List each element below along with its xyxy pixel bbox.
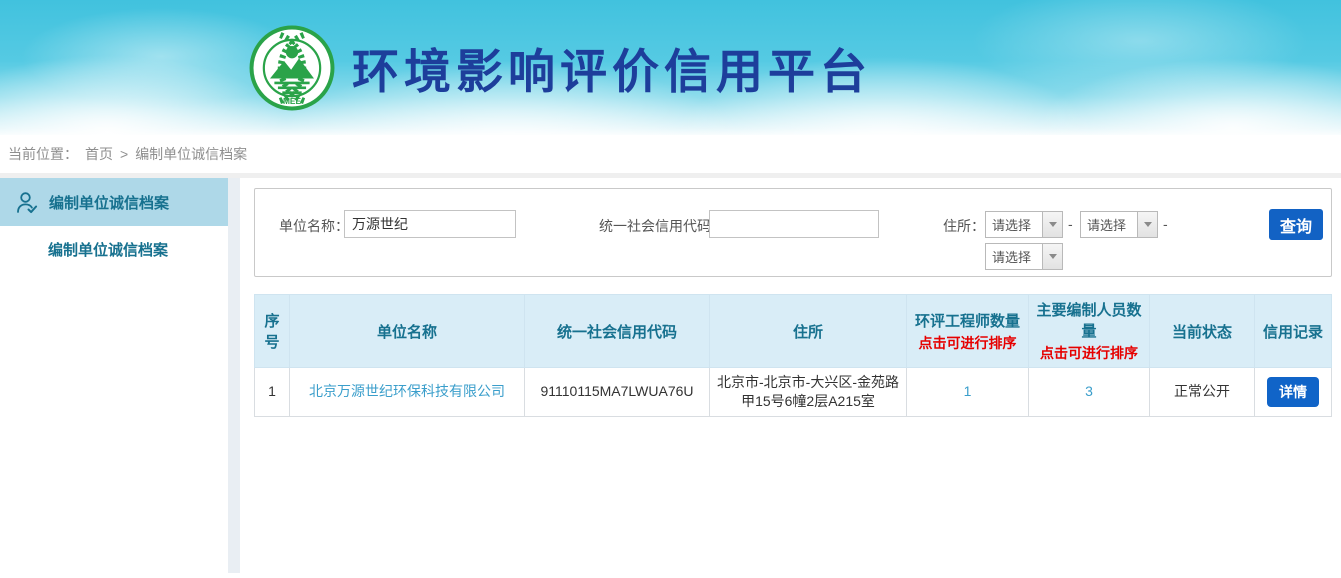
- mee-logo-icon: MEE: [248, 24, 336, 112]
- query-button[interactable]: 查询: [1269, 209, 1323, 240]
- breadcrumb-home-link[interactable]: 首页: [85, 144, 113, 164]
- main-panel: 单位名称： 统一社会信用代码： 住所： 请选择 - 请选择 - 请选择 查询: [240, 178, 1341, 573]
- breadcrumb-current: 编制单位诚信档案: [135, 144, 247, 164]
- table-row: 1 北京万源世纪环保科技有限公司 91110115MA7LWUA76U 北京市-…: [255, 368, 1332, 417]
- page-title: 环境影响评价信用平台: [352, 33, 872, 102]
- result-table: 序号 单位名称 统一社会信用代码 住所 环评工程师数量 点击可进行排序 主要编制…: [254, 294, 1332, 417]
- sidebar-item-credit-archive[interactable]: 编制单位诚信档案: [0, 178, 228, 226]
- staff-count-link[interactable]: 3: [1085, 383, 1093, 399]
- search-panel: 单位名称： 统一社会信用代码： 住所： 请选择 - 请选择 - 请选择 查询: [254, 188, 1332, 277]
- cell-address: 北京市-北京市-大兴区-金苑路甲15号6幢2层A215室: [710, 368, 907, 417]
- credit-code-label: 统一社会信用代码：: [585, 216, 725, 236]
- cell-credit-code: 91110115MA7LWUA76U: [525, 368, 710, 417]
- header-index: 序号: [255, 295, 290, 368]
- chevron-down-icon[interactable]: [1042, 244, 1062, 269]
- address-dash: -: [1068, 216, 1073, 232]
- cell-status: 正常公开: [1150, 368, 1255, 417]
- company-name-link[interactable]: 北京万源世纪环保科技有限公司: [309, 383, 505, 399]
- header-staff-count-label: 主要编制人员数量: [1036, 302, 1141, 340]
- address-province-value: 请选择: [986, 212, 1042, 237]
- sort-hint[interactable]: 点击可进行排序: [910, 333, 1025, 353]
- address-province-select[interactable]: 请选择: [985, 211, 1063, 238]
- site-header: MEE 环境影响评价信用平台: [0, 0, 1341, 135]
- address-dash: -: [1163, 216, 1168, 232]
- breadcrumb-location-label: 当前位置：: [8, 144, 78, 164]
- cell-index: 1: [255, 368, 290, 417]
- header-credit-code: 统一社会信用代码: [525, 295, 710, 368]
- content-area: 编制单位诚信档案 编制单位诚信档案 单位名称： 统一社会信用代码： 住所： 请选…: [0, 178, 1341, 573]
- address-city-value: 请选择: [1081, 212, 1137, 237]
- address-city-select[interactable]: 请选择: [1080, 211, 1158, 238]
- chevron-down-icon[interactable]: [1137, 212, 1157, 237]
- header-company-name: 单位名称: [290, 295, 525, 368]
- mee-logo-text: MEE: [283, 96, 302, 106]
- header-address: 住所: [710, 295, 907, 368]
- engineer-count-link[interactable]: 1: [964, 383, 972, 399]
- header-staff-count-sort[interactable]: 主要编制人员数量 点击可进行排序: [1029, 295, 1150, 368]
- address-label: 住所：: [943, 216, 985, 236]
- user-check-icon: [16, 191, 38, 214]
- breadcrumb: 当前位置： 首页 > 编制单位诚信档案: [0, 135, 1341, 178]
- sidebar-divider: [228, 178, 240, 573]
- header-credit-record: 信用记录: [1255, 295, 1332, 368]
- address-district-select[interactable]: 请选择: [985, 243, 1063, 270]
- company-name-input[interactable]: [344, 210, 516, 238]
- header-engineer-count-sort[interactable]: 环评工程师数量 点击可进行排序: [907, 295, 1029, 368]
- header-engineer-count-label: 环评工程师数量: [915, 313, 1020, 330]
- address-district-value: 请选择: [986, 244, 1042, 269]
- sidebar-item-label: 编制单位诚信档案: [49, 192, 169, 213]
- chevron-down-icon[interactable]: [1042, 212, 1062, 237]
- sidebar: 编制单位诚信档案 编制单位诚信档案: [0, 178, 228, 573]
- header-status: 当前状态: [1150, 295, 1255, 368]
- detail-button[interactable]: 详情: [1267, 377, 1319, 407]
- company-name-label: 单位名称：: [273, 216, 349, 236]
- breadcrumb-separator: >: [120, 146, 128, 162]
- sidebar-subitem-label: 编制单位诚信档案: [48, 239, 168, 260]
- table-header-row: 序号 单位名称 统一社会信用代码 住所 环评工程师数量 点击可进行排序 主要编制…: [255, 295, 1332, 368]
- sort-hint[interactable]: 点击可进行排序: [1032, 343, 1146, 363]
- sidebar-subitem-credit-archive[interactable]: 编制单位诚信档案: [0, 226, 228, 273]
- credit-code-input[interactable]: [709, 210, 879, 238]
